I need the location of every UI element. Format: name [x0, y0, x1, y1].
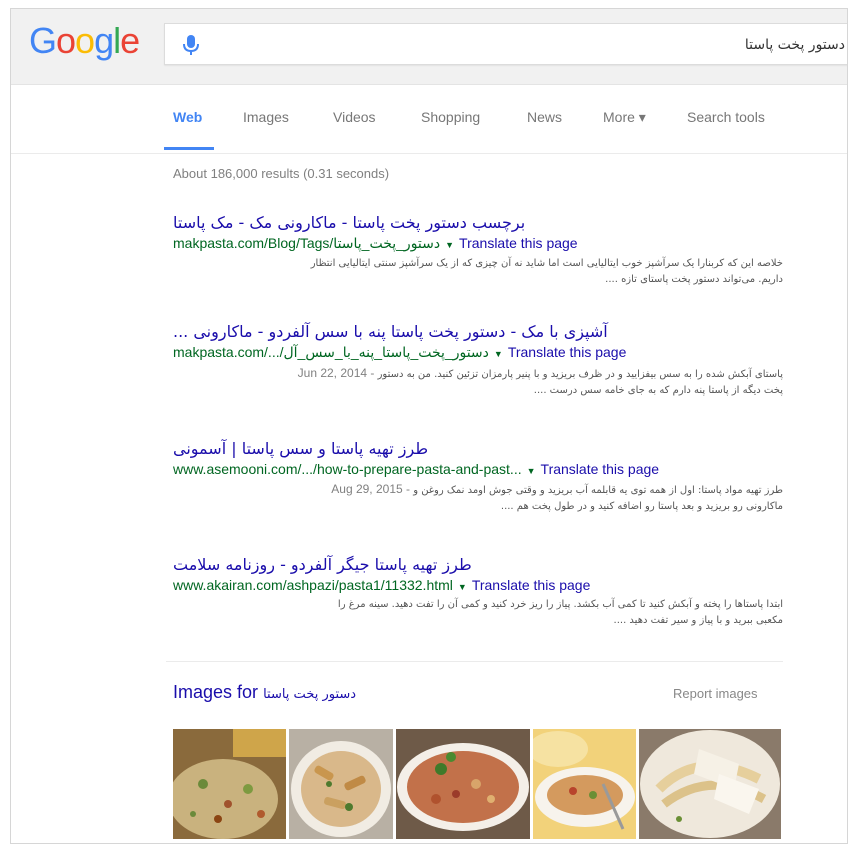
tab-more[interactable]: More ▾ — [603, 109, 646, 126]
result-url-line: makpasta.com/.../دستور_پخت_پاستا_پنه_با_… — [173, 344, 783, 361]
search-input[interactable] — [243, 34, 847, 56]
result-snippet: طرز تهیه مواد پاستا: اول از همه توی یه ق… — [173, 481, 783, 515]
result-snippet: ابتدا پاستاها را پخته و آبکش کنید تا کمی… — [173, 597, 783, 629]
result-snippet: پاستای آبکش شده را به سس بیفزایید و در ظ… — [173, 365, 783, 399]
snippet-line: مکعبی ببرید و با پیاز و سیر تفت دهید ...… — [613, 615, 783, 626]
pasta-bowl-image — [533, 729, 636, 839]
pasta-thumbnail[interactable] — [289, 729, 393, 839]
snippet-line: خلاصه این که کربنارا یک سرآشپز خوب ایتال… — [310, 258, 783, 269]
images-section-heading[interactable]: Images for دستور پخت پاستا — [173, 682, 356, 703]
caret-down-icon[interactable]: ▼ — [445, 240, 454, 250]
snippet-text: طرز تهیه مواد پاستا: اول از همه توی یه ق… — [413, 485, 783, 496]
search-result: آشپزی با مک - دستور پخت پاستا پنه با سس … — [173, 322, 783, 399]
result-title[interactable]: آشپزی با مک - دستور پخت پاستا پنه با سس … — [173, 322, 783, 341]
result-url[interactable]: makpasta.com/.../دستور_پخت_پاستا_پنه_با_… — [173, 344, 489, 360]
snippet-line: پاستای آبکش شده را به سس بیفزایید و در ظ… — [173, 365, 783, 383]
translate-link[interactable]: Translate this page — [472, 577, 591, 593]
active-tab-indicator — [164, 147, 214, 150]
section-divider — [166, 661, 783, 662]
result-url[interactable]: makpasta.com/Blog/Tags/دستور_پخت_پاستا — [173, 235, 440, 251]
search-header: Google — [11, 9, 847, 85]
tab-web[interactable]: Web — [173, 109, 202, 125]
snippet-line: داریم. می‌تواند دستور پخت پاستای تازه ..… — [605, 274, 783, 285]
result-date: Aug 29, 2015 - — [331, 482, 410, 496]
pasta-thumbnail[interactable] — [639, 729, 781, 839]
caret-down-icon[interactable]: ▼ — [458, 582, 467, 592]
alfredo-pasta-image — [639, 729, 781, 839]
result-url-line: makpasta.com/Blog/Tags/دستور_پخت_پاستا ▼ T… — [173, 235, 783, 252]
tab-shopping[interactable]: Shopping — [421, 109, 480, 125]
result-title[interactable]: طرز تهیه پاستا و سس پاستا | آسمونی — [173, 439, 783, 458]
snippet-line: طرز تهیه مواد پاستا: اول از همه توی یه ق… — [173, 481, 783, 499]
pasta-thumbnail[interactable] — [173, 729, 286, 839]
result-title[interactable]: طرز تهیه پاستا جیگر آلفردو - روزنامه سلا… — [173, 555, 783, 574]
result-url-line: www.asemooni.com/.../how-to-prepare-past… — [173, 461, 783, 477]
penne-pasta-image — [289, 729, 393, 839]
browser-frame: Google Web Images Videos Shopping News M… — [10, 8, 848, 844]
snippet-text: پاستای آبکش شده را به سس بیفزایید و در ظ… — [377, 369, 783, 380]
tab-news[interactable]: News — [527, 109, 562, 125]
tab-images[interactable]: Images — [243, 109, 289, 125]
result-url[interactable]: www.akairan.com/ashpazi/pasta1/11332.htm… — [173, 577, 453, 593]
result-stats: About 186,000 results (0.31 seconds) — [173, 166, 390, 181]
result-snippet: خلاصه این که کربنارا یک سرآشپز خوب ایتال… — [173, 256, 783, 288]
pasta-thumbnail[interactable] — [396, 729, 530, 839]
search-tabs: Web Images Videos Shopping News More ▾ S… — [11, 85, 847, 154]
caret-down-icon[interactable]: ▼ — [527, 466, 536, 476]
translate-link[interactable]: Translate this page — [459, 235, 578, 251]
tab-videos[interactable]: Videos — [333, 109, 376, 125]
snippet-line: ماکارونی رو بریزید و بعد پاستا رو اضافه … — [500, 501, 783, 512]
translate-link[interactable]: Translate this page — [508, 344, 627, 360]
google-logo[interactable]: Google — [29, 21, 140, 61]
images-heading-prefix: Images for — [173, 682, 259, 702]
result-url-line: www.akairan.com/ashpazi/pasta1/11332.htm… — [173, 577, 783, 593]
translate-link[interactable]: Translate this page — [541, 461, 660, 477]
pasta-platter-image — [396, 729, 530, 839]
result-title[interactable]: برچسب دستور پخت پاستا - ماکارونی مک - مک… — [173, 213, 783, 232]
tab-search-tools[interactable]: Search tools — [687, 109, 765, 125]
report-images-link[interactable]: Report images — [673, 686, 758, 701]
result-date: Jun 22, 2014 - — [297, 366, 375, 380]
snippet-line: ابتدا پاستاها را پخته و آبکش کنید تا کمی… — [337, 599, 783, 610]
result-url[interactable]: www.asemooni.com/.../how-to-prepare-past… — [173, 461, 522, 477]
search-result: برچسب دستور پخت پاستا - ماکارونی مک - مک… — [173, 213, 783, 288]
snippet-line: پخت دیگه از پاستا پنه دارم که به جای خام… — [533, 385, 783, 396]
search-result: طرز تهیه پاستا جیگر آلفردو - روزنامه سلا… — [173, 555, 783, 629]
microphone-icon[interactable] — [181, 34, 201, 56]
pasta-thumbnail[interactable] — [533, 729, 636, 839]
search-box[interactable] — [164, 23, 847, 65]
search-result: طرز تهیه پاستا و سس پاستا | آسمونی www.a… — [173, 439, 783, 515]
caret-down-icon[interactable]: ▼ — [494, 349, 503, 359]
pasta-rice-image — [173, 729, 286, 839]
images-heading-query: دستور پخت پاستا — [263, 687, 357, 702]
